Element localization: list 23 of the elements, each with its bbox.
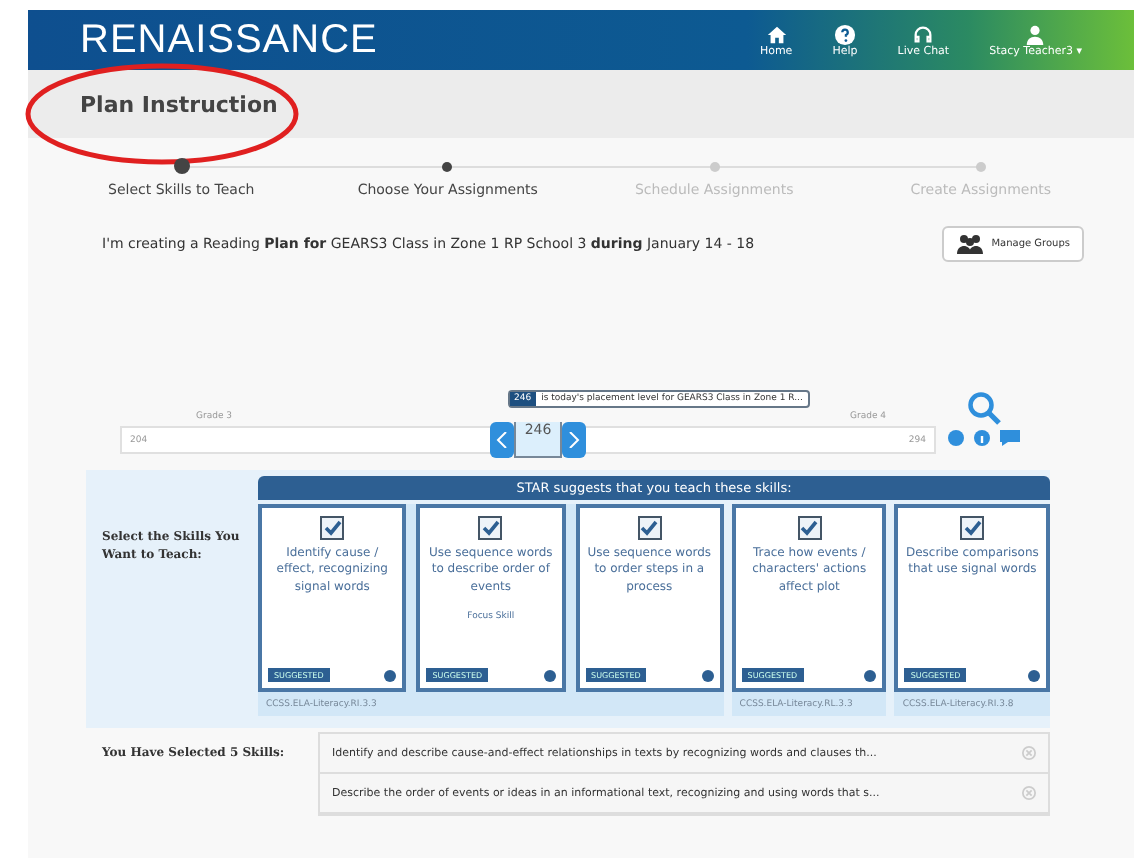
chevron-left-icon xyxy=(496,432,508,448)
help-icon xyxy=(833,23,856,45)
comment-icon[interactable] xyxy=(1000,430,1020,446)
check-icon xyxy=(963,520,982,536)
check-icon xyxy=(481,520,500,536)
checkbox[interactable] xyxy=(960,516,985,540)
check-icon xyxy=(800,520,819,536)
logo: RENAISSANCE xyxy=(80,17,380,63)
headset-icon xyxy=(912,23,935,45)
checkbox[interactable] xyxy=(320,516,345,540)
chevron-right-icon xyxy=(568,432,580,448)
checkbox[interactable] xyxy=(637,516,662,540)
user-icon xyxy=(1024,23,1047,45)
previous-button[interactable] xyxy=(490,422,514,458)
checkbox[interactable] xyxy=(478,516,503,540)
check-icon xyxy=(640,520,659,536)
next-button[interactable] xyxy=(562,422,586,458)
check-icon xyxy=(323,520,342,536)
search-icon[interactable] xyxy=(966,390,1002,426)
page-title: Plan Instruction xyxy=(80,91,278,117)
checkbox[interactable] xyxy=(797,516,822,540)
home-icon xyxy=(765,23,788,45)
group-icon xyxy=(955,234,984,254)
